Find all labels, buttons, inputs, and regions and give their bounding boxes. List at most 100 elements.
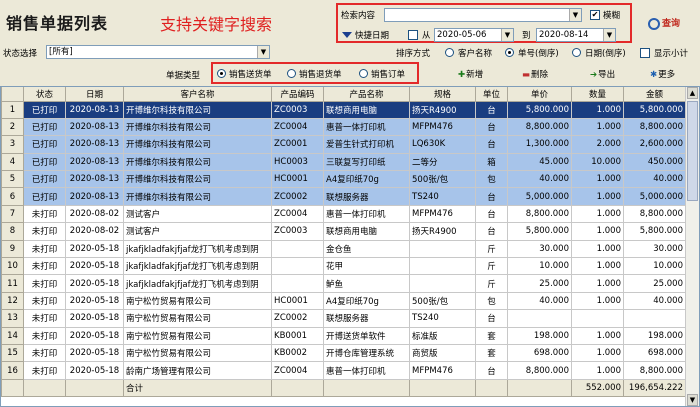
cell-customer[interactable]: 南宁松竹贸易有限公司 (123, 343, 272, 363)
table-row[interactable]: 7 未打印 2020-08-02 测试客户 ZC0004 惠普一体打印机 MFPM476 台 8… (1, 204, 686, 224)
cell-date[interactable]: 2020-08-02 (65, 222, 124, 241)
cell-product-code[interactable] (271, 257, 324, 276)
table-row[interactable]: 1 已打印 2020-08-13 开博维尔科技有限公司 ZC0003 联想商用电脑 扬天R4… (1, 100, 686, 119)
cell-qty[interactable]: 1.000 (571, 117, 624, 137)
cell-qty[interactable]: 1.000 (571, 291, 624, 311)
cell-amount[interactable]: 2,600.000 (623, 135, 686, 154)
row-index[interactable]: 10 (1, 257, 24, 276)
cell-customer[interactable]: 开博维尔科技有限公司 (123, 117, 272, 137)
status-select[interactable]: [所有] ▼ (46, 45, 270, 59)
cell-customer[interactable]: 测试客户 (123, 222, 272, 241)
cell-qty[interactable]: 1.000 (571, 343, 624, 363)
cell-customer[interactable]: 南宁松竹贸易有限公司 (123, 291, 272, 311)
cell-price[interactable]: 40.000 (507, 170, 572, 189)
cell-status[interactable]: 未打印 (23, 326, 66, 345)
table-row[interactable]: 6 已打印 2020-08-13 开博维尔科技有限公司 ZC0002 联想服务器 TS240… (1, 187, 686, 206)
quick-date-arrow-icon[interactable] (342, 32, 352, 38)
doc-type-delivery[interactable]: 销售送货单 (229, 68, 272, 80)
cell-date[interactable]: 2020-08-13 (65, 117, 124, 137)
row-index[interactable]: 12 (1, 291, 24, 311)
cell-status[interactable]: 已打印 (23, 187, 66, 206)
col-header-product-name[interactable]: 产品名称 (323, 87, 410, 102)
cell-customer[interactable]: jkafjkladfakjfjaf龙打飞机考虑到阴 (123, 274, 272, 293)
cell-product-name[interactable]: 三联复写打印纸 (323, 152, 410, 172)
cell-date[interactable]: 2020-05-18 (65, 326, 124, 345)
cell-price[interactable]: 25.000 (507, 274, 572, 293)
cell-customer[interactable]: 开博维尔科技有限公司 (123, 135, 272, 154)
cell-unit[interactable]: 套 (475, 326, 508, 345)
cell-product-code[interactable]: ZC0004 (271, 117, 324, 137)
table-row[interactable]: 2 已打印 2020-08-13 开博维尔科技有限公司 ZC0004 惠普一体打印机 MFP… (1, 117, 686, 137)
cell-product-code[interactable]: HC0001 (271, 291, 324, 311)
col-header-customer[interactable]: 客户名称 (123, 87, 272, 102)
row-index[interactable]: 4 (1, 152, 24, 172)
cell-amount[interactable]: 8,800.000 (623, 117, 686, 137)
cell-amount[interactable]: 25.000 (623, 274, 686, 293)
row-index[interactable]: 14 (1, 326, 24, 345)
cell-date[interactable]: 2020-08-13 (65, 187, 124, 206)
delete-button[interactable]: ▬删除 (522, 68, 548, 80)
cell-spec[interactable]: TS240 (409, 309, 476, 328)
cell-price[interactable]: 5,800.000 (507, 222, 572, 241)
scroll-up-icon[interactable]: ▲ (687, 87, 698, 99)
cell-spec[interactable]: MFPM476 (409, 117, 476, 137)
col-header-amount[interactable]: 金额 (623, 87, 686, 102)
cell-unit[interactable]: 台 (475, 117, 508, 137)
cell-amount[interactable] (623, 309, 686, 328)
cell-customer[interactable]: 开博维尔科技有限公司 (123, 170, 272, 189)
cell-date[interactable]: 2020-05-18 (65, 309, 124, 328)
more-button[interactable]: ✱更多 (650, 68, 675, 80)
table-row[interactable]: 13 未打印 2020-05-18 南宁松竹贸易有限公司 ZC0002 联想服务器 TS24… (1, 309, 686, 328)
cell-price[interactable]: 5,000.000 (507, 187, 572, 206)
cell-product-name[interactable]: 联想商用电脑 (323, 100, 410, 119)
cell-amount[interactable]: 5,800.000 (623, 222, 686, 241)
table-row[interactable]: 8 未打印 2020-08-02 测试客户 ZC0003 联想商用电脑 扬天R4900 台 5,… (1, 222, 686, 241)
cell-unit[interactable]: 箱 (475, 152, 508, 172)
cell-status[interactable]: 未打印 (23, 274, 66, 293)
cell-unit[interactable]: 斤 (475, 239, 508, 259)
cell-product-code[interactable] (271, 274, 324, 293)
from-date-input[interactable]: 2020-05-06 ▼ (434, 28, 514, 42)
cell-amount[interactable]: 8,800.000 (623, 361, 686, 380)
cell-status[interactable]: 已打印 (23, 135, 66, 154)
cell-amount[interactable]: 8,800.000 (623, 204, 686, 224)
cell-amount[interactable]: 40.000 (623, 170, 686, 189)
vertical-scrollbar[interactable]: ▲ ▼ (685, 87, 699, 406)
col-header-qty[interactable]: 数量 (571, 87, 624, 102)
cell-product-code[interactable]: ZC0001 (271, 135, 324, 154)
cell-product-name[interactable]: 惠普一体打印机 (323, 361, 410, 380)
cell-status[interactable]: 未打印 (23, 257, 66, 276)
cell-price[interactable]: 8,800.000 (507, 117, 572, 137)
cell-product-code[interactable] (271, 239, 324, 259)
table-row[interactable]: 12 未打印 2020-05-18 南宁松竹贸易有限公司 HC0001 A4复印纸70g 5… (1, 291, 686, 311)
col-header-status[interactable]: 状态 (23, 87, 66, 102)
cell-amount[interactable]: 450.000 (623, 152, 686, 172)
cell-unit[interactable]: 台 (475, 361, 508, 380)
cell-product-code[interactable]: HC0001 (271, 170, 324, 189)
cell-unit[interactable]: 台 (475, 204, 508, 224)
row-index[interactable]: 1 (1, 100, 24, 119)
cell-qty[interactable]: 1.000 (571, 326, 624, 345)
cell-qty[interactable]: 2.000 (571, 135, 624, 154)
cell-customer[interactable]: 开博维尔科技有限公司 (123, 100, 272, 119)
cell-amount[interactable]: 5,000.000 (623, 187, 686, 206)
sort-radio-date-desc[interactable] (572, 48, 581, 57)
row-index[interactable]: 7 (1, 204, 24, 224)
cell-spec[interactable]: TS240 (409, 187, 476, 206)
cell-amount[interactable]: 198.000 (623, 326, 686, 345)
cell-customer[interactable]: 测试客户 (123, 204, 272, 224)
cell-qty[interactable]: 1.000 (571, 274, 624, 293)
cell-amount[interactable]: 40.000 (623, 291, 686, 311)
cell-price[interactable]: 10.000 (507, 257, 572, 276)
cell-product-code[interactable]: KB0001 (271, 326, 324, 345)
cell-price[interactable]: 8,800.000 (507, 361, 572, 380)
cell-product-code[interactable]: HC0003 (271, 152, 324, 172)
cell-price[interactable]: 198.000 (507, 326, 572, 345)
scroll-thumb[interactable] (687, 101, 698, 201)
cell-price[interactable]: 45.000 (507, 152, 572, 172)
cell-qty[interactable]: 10.000 (571, 152, 624, 172)
cell-product-code[interactable]: ZC0002 (271, 187, 324, 206)
cell-product-name[interactable]: 惠普一体打印机 (323, 117, 410, 137)
cell-date[interactable]: 2020-05-18 (65, 343, 124, 363)
cell-status[interactable]: 未打印 (23, 309, 66, 328)
